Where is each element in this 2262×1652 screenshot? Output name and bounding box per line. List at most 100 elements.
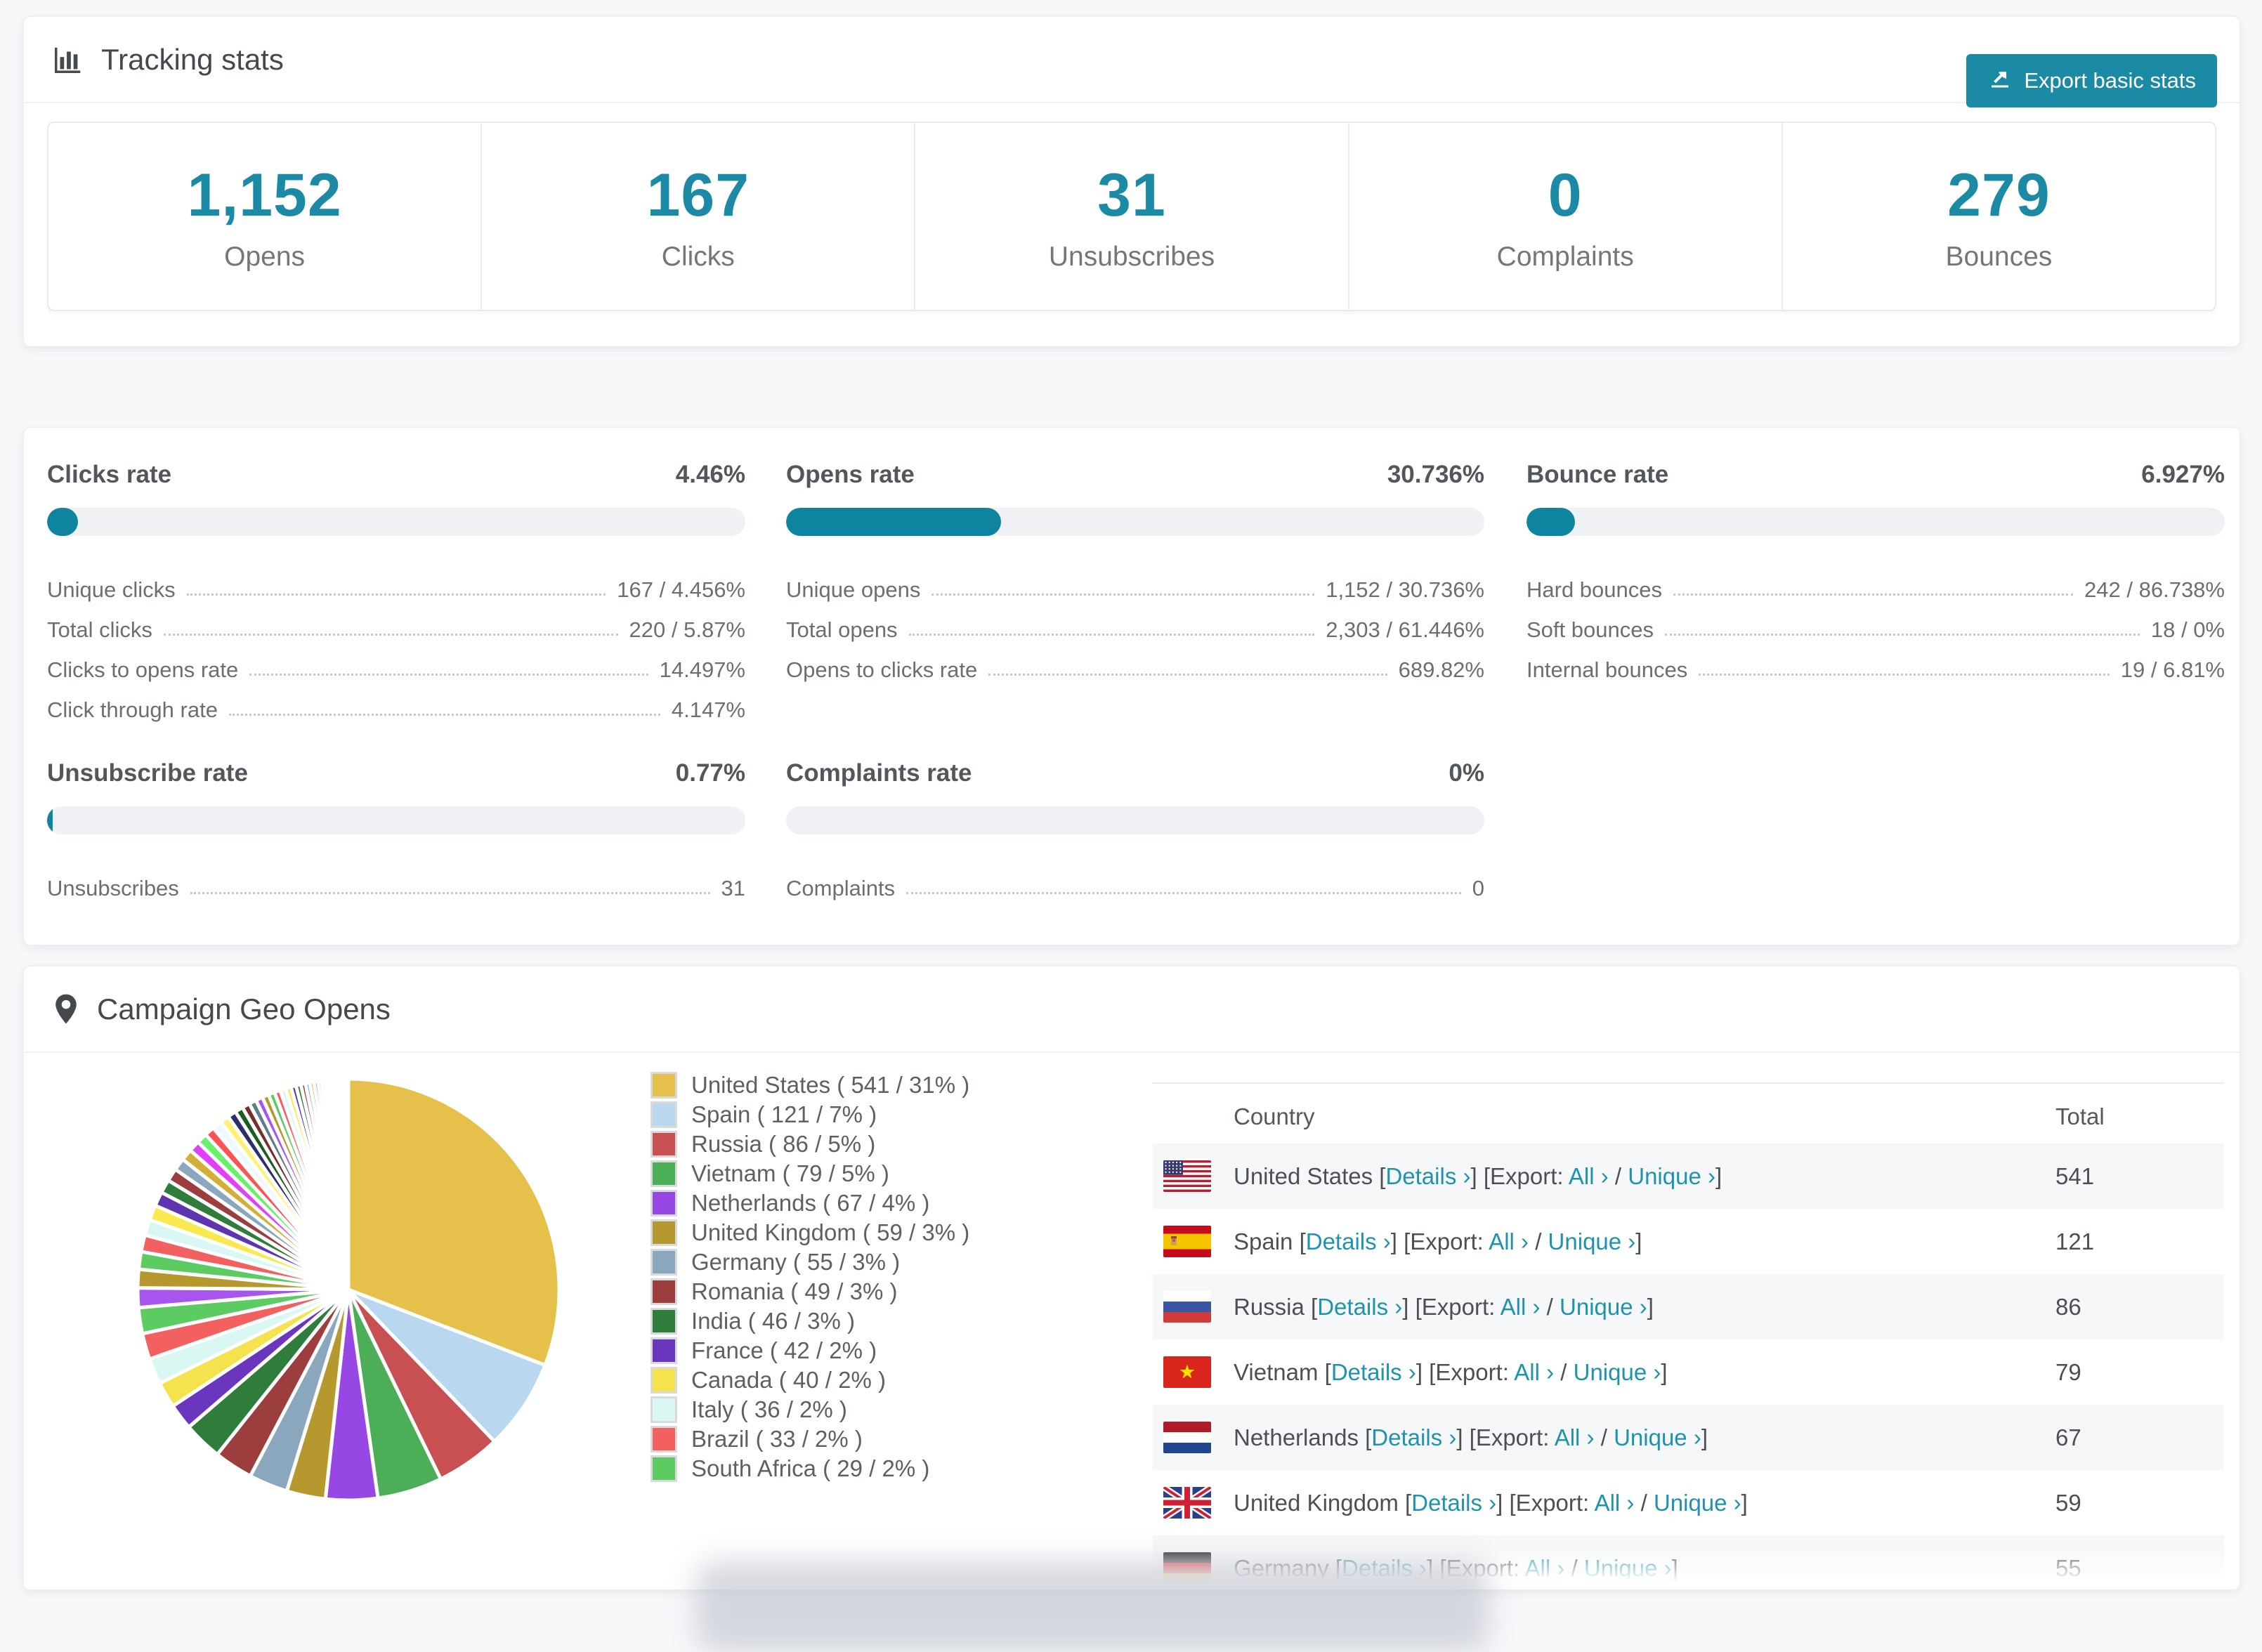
geo-table-row-vietnam: Vietnam [Details ›] [Export: All › / Uni… bbox=[1153, 1339, 2224, 1405]
geo-opens-title: Campaign Geo Opens bbox=[97, 992, 391, 1025]
legend-item-romania[interactable]: Romania ( 49 / 3% ) bbox=[651, 1277, 969, 1306]
rate-detail-row: Total clicks 220 / 5.87% bbox=[47, 603, 745, 643]
rate-title: Bounce rate bbox=[1526, 461, 1669, 488]
tracking-stats-card: Tracking stats Export basic stats 1,152 O… bbox=[23, 16, 2240, 347]
details-link[interactable]: Details › bbox=[1371, 1424, 1456, 1450]
rate-detail-value: 220 / 5.87% bbox=[629, 617, 745, 642]
rate-detail-row: Unique clicks 167 / 4.456% bbox=[47, 563, 745, 603]
closing-bracket: ] bbox=[1741, 1490, 1748, 1516]
rate-detail-row: Complaints 0 bbox=[786, 861, 1484, 901]
total-cell: 121 bbox=[2055, 1228, 2095, 1254]
rate-detail-label: Total clicks bbox=[47, 617, 152, 642]
legend-swatch bbox=[651, 1337, 677, 1364]
legend-label: Spain ( 121 / 7% ) bbox=[691, 1101, 877, 1127]
rate-detail-value: 18 / 0% bbox=[2150, 617, 2225, 642]
rate-detail-label: Soft bounces bbox=[1526, 617, 1654, 642]
export-unique-link[interactable]: Unique › bbox=[1574, 1359, 1661, 1385]
details-link[interactable]: Details › bbox=[1331, 1359, 1416, 1385]
es-flag-icon bbox=[1163, 1226, 1211, 1257]
export-label: ] [Export: bbox=[1496, 1490, 1595, 1516]
details-link[interactable]: Details › bbox=[1306, 1228, 1391, 1254]
country-name: United States [ bbox=[1234, 1163, 1386, 1189]
export-all-link[interactable]: All › bbox=[1514, 1359, 1554, 1385]
legend-item-italy[interactable]: Italy ( 36 / 2% ) bbox=[651, 1395, 969, 1424]
dotted-leader bbox=[1699, 674, 2110, 676]
rate-progress-bar bbox=[47, 806, 745, 834]
legend-item-south-africa[interactable]: South Africa ( 29 / 2% ) bbox=[651, 1454, 969, 1483]
export-unique-link[interactable]: Unique › bbox=[1560, 1294, 1647, 1320]
export-unique-link[interactable]: Unique › bbox=[1548, 1228, 1636, 1254]
dotted-leader bbox=[190, 892, 710, 894]
closing-bracket: ] bbox=[1647, 1294, 1654, 1320]
country-cell: Russia [Details ›] [Export: All › / Uniq… bbox=[1234, 1294, 1654, 1320]
legend-item-vietnam[interactable]: Vietnam ( 79 / 5% ) bbox=[651, 1159, 969, 1188]
export-all-link[interactable]: All › bbox=[1595, 1490, 1635, 1516]
country-cell: United States [Details ›] [Export: All ›… bbox=[1234, 1163, 1722, 1190]
export-unique-link[interactable]: Unique › bbox=[1654, 1490, 1741, 1516]
rate-value: 4.46% bbox=[675, 461, 745, 488]
legend-item-united-states[interactable]: United States ( 541 / 31% ) bbox=[651, 1070, 969, 1100]
legend-item-netherlands[interactable]: Netherlands ( 67 / 4% ) bbox=[651, 1188, 969, 1218]
closing-bracket: ] bbox=[1635, 1228, 1642, 1254]
rate-detail-label: Complaints bbox=[786, 876, 896, 900]
legend-swatch bbox=[651, 1101, 677, 1128]
export-all-link[interactable]: All › bbox=[1555, 1424, 1595, 1450]
rate-detail-row: Click through rate 4.147% bbox=[47, 683, 745, 723]
rate-detail-label: Click through rate bbox=[47, 697, 218, 722]
legend-label: Romania ( 49 / 3% ) bbox=[691, 1278, 898, 1304]
legend-item-united-kingdom[interactable]: United Kingdom ( 59 / 3% ) bbox=[651, 1218, 969, 1247]
legend-item-france[interactable]: France ( 42 / 2% ) bbox=[651, 1336, 969, 1365]
rate-detail-value: 19 / 6.81% bbox=[2120, 657, 2225, 682]
legend-swatch bbox=[651, 1308, 677, 1335]
rate-detail-row: Opens to clicks rate 689.82% bbox=[786, 643, 1484, 683]
country-name: Netherlands [ bbox=[1234, 1424, 1372, 1450]
rate-detail-row: Total opens 2,303 / 61.446% bbox=[786, 603, 1484, 643]
rate-detail-label: Clicks to opens rate bbox=[47, 657, 239, 682]
bar-chart-icon bbox=[52, 44, 84, 76]
pie-slice-other[interactable] bbox=[344, 1077, 351, 1292]
legend-swatch bbox=[651, 1072, 677, 1099]
ru-flag-icon bbox=[1163, 1291, 1211, 1323]
details-link[interactable]: Details › bbox=[1411, 1490, 1496, 1516]
rate-detail-value: 4.147% bbox=[671, 697, 745, 722]
geo-pie-chart[interactable] bbox=[103, 1044, 594, 1535]
export-all-link[interactable]: All › bbox=[1569, 1163, 1609, 1189]
rate-detail-row: Soft bounces 18 / 0% bbox=[1526, 603, 2225, 643]
rate-value: 30.736% bbox=[1387, 461, 1484, 488]
dotted-leader bbox=[163, 634, 618, 636]
vn-flag-icon bbox=[1163, 1356, 1211, 1388]
stat-box-unsubscribes: 31 Unsubscribes bbox=[914, 123, 1347, 310]
gb-flag-icon bbox=[1163, 1487, 1211, 1519]
stat-box-bounces: 279 Bounces bbox=[1781, 123, 2215, 310]
country-cell: Netherlands [Details ›] [Export: All › /… bbox=[1234, 1424, 1708, 1451]
legend-item-russia[interactable]: Russia ( 86 / 5% ) bbox=[651, 1129, 969, 1159]
legend-swatch bbox=[651, 1396, 677, 1423]
rate-detail-row: Unique opens 1,152 / 30.736% bbox=[786, 563, 1484, 603]
rate-progress-fill bbox=[47, 508, 79, 536]
rate-detail-value: 167 / 4.456% bbox=[617, 577, 745, 602]
closing-bracket: ] bbox=[1715, 1163, 1722, 1189]
export-unique-link[interactable]: Unique › bbox=[1628, 1163, 1715, 1189]
rate-detail-row: Clicks to opens rate 14.497% bbox=[47, 643, 745, 683]
export-all-link[interactable]: All › bbox=[1489, 1228, 1529, 1254]
export-all-link[interactable]: All › bbox=[1501, 1294, 1541, 1320]
legend-item-germany[interactable]: Germany ( 55 / 3% ) bbox=[651, 1247, 969, 1277]
export-basic-stats-button[interactable]: Export basic stats bbox=[1966, 54, 2217, 107]
legend-label: Netherlands ( 67 / 4% ) bbox=[691, 1190, 930, 1216]
export-unique-link[interactable]: Unique › bbox=[1614, 1424, 1701, 1450]
stat-label: Unsubscribes bbox=[1048, 241, 1215, 272]
details-link[interactable]: Details › bbox=[1317, 1294, 1402, 1320]
details-link[interactable]: Details › bbox=[1385, 1163, 1470, 1189]
geo-opens-header: Campaign Geo Opens bbox=[24, 966, 2240, 1053]
legend-swatch bbox=[651, 1160, 677, 1187]
legend-item-brazil[interactable]: Brazil ( 33 / 2% ) bbox=[651, 1424, 969, 1454]
legend-swatch bbox=[651, 1190, 677, 1217]
legend-item-canada[interactable]: Canada ( 40 / 2% ) bbox=[651, 1365, 969, 1395]
slash-separator: / bbox=[1608, 1163, 1628, 1189]
total-cell: 59 bbox=[2055, 1490, 2081, 1516]
legend-item-spain[interactable]: Spain ( 121 / 7% ) bbox=[651, 1100, 969, 1129]
column-header-total: Total bbox=[2055, 1103, 2105, 1129]
legend-item-india[interactable]: India ( 46 / 3% ) bbox=[651, 1306, 969, 1336]
closing-bracket: ] bbox=[1701, 1424, 1708, 1450]
total-cell: 67 bbox=[2055, 1424, 2081, 1450]
